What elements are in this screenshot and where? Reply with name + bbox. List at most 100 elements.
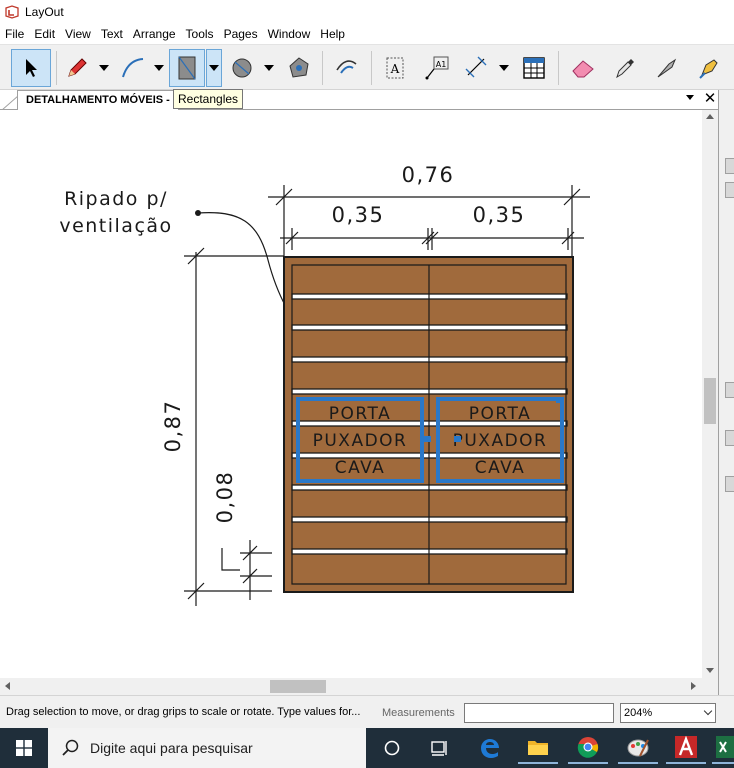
layout-app-icon — [5, 5, 19, 19]
eraser-tool-button[interactable] — [566, 49, 600, 87]
chevron-down-icon — [154, 65, 164, 71]
status-hint-text: Drag selection to move, or drag grips to… — [6, 706, 361, 718]
menu-text[interactable]: Text — [96, 24, 128, 44]
rectangle-tool-dropdown[interactable] — [206, 49, 222, 87]
file-explorer-button[interactable] — [518, 732, 558, 764]
menu-arrange[interactable]: Arrange — [128, 24, 181, 44]
pencil-icon — [68, 58, 87, 77]
rectangle-icon — [178, 56, 196, 80]
dim-left-width-text: 0,35 — [332, 203, 385, 227]
circle-tool-button[interactable] — [226, 49, 258, 87]
dim-height-text: 0,87 — [161, 400, 185, 453]
circle-tool-dropdown[interactable] — [261, 49, 277, 87]
document-tab[interactable]: DETALHAMENTO MÓVEIS - — [17, 90, 179, 110]
door-left-line-2: PUXADOR — [313, 431, 408, 451]
close-icon[interactable]: ✕ — [702, 91, 718, 107]
menu-pages[interactable]: Pages — [219, 24, 263, 44]
tooltip: Rectangles — [173, 89, 244, 109]
table-icon — [523, 57, 545, 79]
document-tab-label: DETALHAMENTO MÓVEIS — [26, 94, 164, 106]
toolbar-separator — [371, 51, 372, 85]
horizontal-scroll-thumb[interactable] — [270, 680, 326, 693]
toolbar-separator — [56, 51, 57, 85]
chrome-button[interactable] — [568, 732, 608, 764]
menu-edit[interactable]: Edit — [29, 24, 60, 44]
vertical-scrollbar[interactable] — [702, 110, 718, 678]
chevron-down-icon — [209, 65, 219, 71]
drawing-canvas[interactable]: Ripado p/ ventilação 0,76 0,35 0,35 0,87… — [0, 110, 702, 678]
excel-icon — [716, 736, 734, 758]
eraser-icon — [572, 60, 594, 78]
tray-panel-header[interactable] — [725, 430, 734, 446]
style-tool-button[interactable] — [608, 49, 642, 87]
arc-tool-dropdown[interactable] — [151, 49, 167, 87]
eyedropper-icon — [616, 59, 634, 79]
leader-start-dot — [195, 210, 201, 216]
line-tool-button[interactable] — [62, 49, 92, 87]
title-bar: LayOut — [0, 0, 734, 24]
arc-tool-button[interactable] — [116, 49, 150, 87]
edge-button[interactable] — [470, 732, 510, 764]
horizontal-scrollbar[interactable] — [0, 678, 702, 695]
note-line-1: Ripado p/ — [64, 188, 168, 210]
tab-corner-icon — [2, 95, 18, 110]
dim-segment-extensions — [291, 228, 569, 250]
taskbar-search-box[interactable]: Digite aqui para pesquisar — [48, 728, 366, 768]
default-tray-panel[interactable] — [718, 90, 734, 695]
scroll-up-icon[interactable] — [706, 114, 714, 119]
dimension-tool-dropdown[interactable] — [496, 49, 512, 87]
menu-file[interactable]: File — [0, 24, 29, 44]
tray-panel-header[interactable] — [725, 182, 734, 198]
task-view-button[interactable] — [372, 732, 412, 764]
offset-icon — [336, 60, 357, 74]
scroll-right-icon[interactable] — [691, 682, 696, 690]
dim-slat-leader — [221, 548, 240, 571]
toolbar-separator — [322, 51, 323, 85]
menu-tools[interactable]: Tools — [181, 24, 219, 44]
rectangle-tool-button[interactable] — [169, 49, 205, 87]
autocad-button[interactable] — [666, 732, 706, 764]
scroll-down-icon[interactable] — [706, 668, 714, 673]
arc-icon — [122, 58, 144, 78]
drawing-svg: Ripado p/ ventilação 0,76 0,35 0,35 0,87… — [59, 163, 590, 606]
measurements-input[interactable] — [464, 703, 614, 723]
zoom-select[interactable]: 204% — [620, 703, 716, 723]
offset-tool-button[interactable] — [330, 49, 364, 87]
timeline-button[interactable] — [420, 732, 460, 764]
start-button[interactable] — [0, 728, 48, 768]
select-tool-button[interactable] — [11, 49, 51, 87]
dim-total-width-text: 0,76 — [402, 163, 455, 187]
label-tool-button[interactable]: A1 — [420, 49, 454, 87]
menu-window[interactable]: Window — [263, 24, 316, 44]
file-explorer-icon — [528, 741, 548, 755]
chevron-down-icon — [99, 65, 109, 71]
split-icon — [657, 58, 677, 78]
join-icon — [699, 59, 718, 79]
task-view-icon — [384, 740, 400, 756]
door-left-line-3: CAVA — [335, 458, 386, 478]
split-tool-button[interactable] — [650, 49, 684, 87]
document-tab-suffix: - — [163, 94, 170, 106]
tray-panel-header[interactable] — [725, 158, 734, 174]
chevron-down-icon — [499, 65, 509, 71]
scroll-left-icon[interactable] — [5, 682, 10, 690]
windows-taskbar: Digite aqui para pesquisar — [0, 728, 734, 768]
scroll-corner — [702, 678, 718, 695]
tab-list-chevron-icon[interactable] — [686, 95, 694, 100]
tray-panel-header[interactable] — [725, 476, 734, 492]
svg-text:A: A — [390, 62, 400, 76]
menu-help[interactable]: Help — [315, 24, 350, 44]
table-tool-button[interactable] — [518, 49, 550, 87]
main-toolbar: A A1 — [0, 44, 734, 90]
join-tool-button[interactable] — [692, 49, 726, 87]
paint-button[interactable] — [618, 732, 658, 764]
line-tool-dropdown[interactable] — [96, 49, 112, 87]
polygon-tool-button[interactable] — [282, 49, 316, 87]
excel-button[interactable] — [712, 732, 734, 764]
dimension-tool-button[interactable] — [460, 49, 494, 87]
menu-view[interactable]: View — [60, 24, 96, 44]
text-tool-button[interactable]: A — [380, 49, 410, 87]
tray-panel-header[interactable] — [725, 382, 734, 398]
vertical-scroll-thumb[interactable] — [704, 378, 716, 424]
svg-text:A1: A1 — [436, 60, 447, 69]
